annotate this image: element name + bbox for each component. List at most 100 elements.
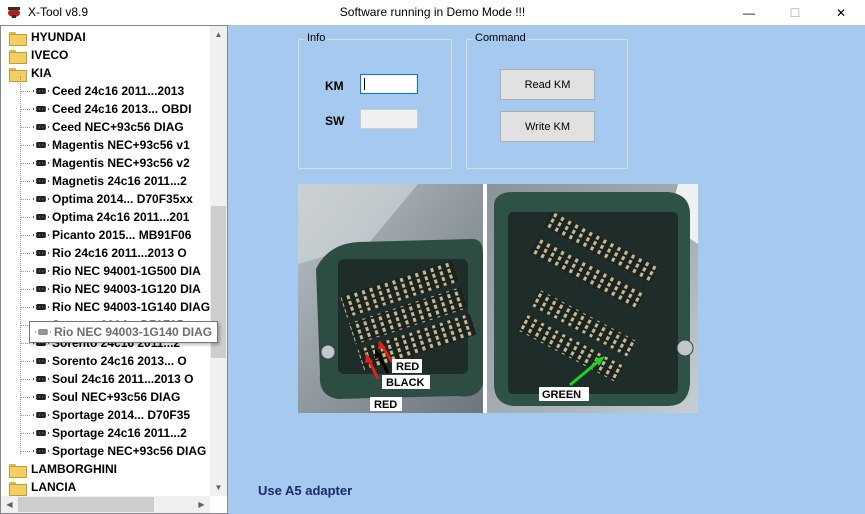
ecu-chip-icon xyxy=(33,393,49,401)
tree-item-model[interactable]: Sorento 24c16 2013... O xyxy=(20,352,187,370)
ecu-chip-icon xyxy=(33,231,49,239)
tree-vertical-scrollbar[interactable]: ▲ ▼ xyxy=(210,26,227,496)
main-panel: Info KM SW Command Read KM Write KM RED … xyxy=(228,25,865,514)
tree-item-model[interactable]: Picanto 2015... MB91F06 xyxy=(20,226,192,244)
close-button[interactable]: ✕ xyxy=(818,0,864,25)
scroll-right-arrow-icon[interactable]: ▶ xyxy=(193,496,210,513)
write-km-button[interactable]: Write KM xyxy=(500,111,595,142)
tree-item-model[interactable]: Rio 24c16 2011...2013 O xyxy=(20,244,187,262)
ecu-chip-icon xyxy=(33,105,49,113)
tree-item-label: Soul 24c16 2011...2013 O xyxy=(52,372,194,386)
tree-brand-lamborghini[interactable]: LAMBORGHINI xyxy=(9,460,117,478)
tree-brand-label: IVECO xyxy=(31,48,69,62)
tree-brand-hyundai[interactable]: HYUNDAI xyxy=(9,28,86,46)
adapter-note: Use A5 adapter xyxy=(258,483,353,498)
ecu-chip-icon xyxy=(33,159,49,167)
tree-item-model[interactable]: Sportage NEC+93c56 DIAG xyxy=(20,442,207,460)
tree-item-model[interactable]: Sportage 2014... D70F35 xyxy=(20,406,191,424)
tree-brand-kia[interactable]: KIA xyxy=(9,64,52,82)
sw-input[interactable] xyxy=(360,109,418,129)
tree-item-label: Sportage NEC+93c56 DIAG xyxy=(52,444,207,458)
tree-item-label: Soul NEC+93c56 DIAG xyxy=(52,390,181,404)
tree-item-label: Magnetis 24c16 2011...2 xyxy=(52,174,187,188)
scroll-down-arrow-icon[interactable]: ▼ xyxy=(210,479,227,496)
tree-item-model[interactable]: Rio NEC 94001-1G500 DIA xyxy=(20,262,201,280)
ecu-chip-icon xyxy=(33,375,49,383)
ecu-chip-icon xyxy=(33,447,49,455)
command-group-label: Command xyxy=(473,32,528,44)
tree-horizontal-scrollbar[interactable]: ◀ ▶ xyxy=(1,496,210,513)
tree-item-label: Rio NEC 94003-1G120 DIA xyxy=(52,282,201,296)
tree-item-label: Ceed NEC+93c56 DIAG xyxy=(52,120,184,134)
tree-item-label: Rio NEC 94003-1G140 DIAG xyxy=(52,300,211,314)
tree-tooltip-text: Rio NEC 94003-1G140 DIAG xyxy=(54,325,213,339)
read-km-button[interactable]: Read KM xyxy=(500,69,595,100)
tree-item-label: Ceed 24c16 2013... OBDI xyxy=(52,102,192,116)
tree-item-model[interactable]: Ceed 24c16 2011...2013 xyxy=(20,82,184,100)
km-input[interactable] xyxy=(360,74,418,94)
tree-item-model[interactable]: Magnetis 24c16 2011...2 xyxy=(20,172,187,190)
label-red-bottom: RED xyxy=(374,399,397,411)
ecu-chip-icon xyxy=(33,123,49,131)
folder-icon xyxy=(9,481,27,496)
ecu-chip-icon xyxy=(33,141,49,149)
sw-label: SW xyxy=(325,114,345,128)
minimize-button[interactable]: — xyxy=(726,0,772,25)
tree-item-model[interactable]: Ceed 24c16 2013... OBDI xyxy=(20,100,192,118)
connector-illustration: RED BLACK RED GREEN xyxy=(298,184,698,413)
scroll-left-arrow-icon[interactable]: ◀ xyxy=(1,496,18,513)
tree-item-model[interactable]: Soul 24c16 2011...2013 O xyxy=(20,370,194,388)
folder-icon xyxy=(9,31,27,46)
tree-item-model[interactable]: Ceed NEC+93c56 DIAG xyxy=(20,118,184,136)
tree-item-model[interactable]: Magentis NEC+93c56 v1 xyxy=(20,136,190,154)
tree-item-model[interactable]: Rio NEC 94003-1G120 DIA xyxy=(20,280,201,298)
tree-item-label: Rio 24c16 2011...2013 O xyxy=(52,246,187,260)
maximize-button[interactable]: ☐ xyxy=(772,0,818,25)
tree-item-label: Picanto 2015... MB91F06 xyxy=(52,228,192,242)
tree-tooltip: Rio NEC 94003-1G140 DIAG xyxy=(29,321,219,343)
scroll-up-arrow-icon[interactable]: ▲ xyxy=(210,26,227,43)
folder-icon xyxy=(9,463,27,478)
label-red-top: RED xyxy=(396,361,419,373)
ecu-chip-icon xyxy=(33,249,49,257)
tree-brand-label: KIA xyxy=(31,66,52,80)
tree-item-label: Rio NEC 94001-1G500 DIA xyxy=(52,264,201,278)
tree-item-model[interactable]: Soul NEC+93c56 DIAG xyxy=(20,388,181,406)
tree-item-label: Optima 2014... D70F35xx xyxy=(52,192,193,206)
tree-item-label: Sportage 2014... D70F35 xyxy=(52,408,191,422)
ecu-chip-icon xyxy=(33,195,49,203)
tree-item-label: Optima 24c16 2011...201 xyxy=(52,210,190,224)
ecu-chip-icon xyxy=(33,213,49,221)
ecu-chip-icon xyxy=(33,285,49,293)
folder-icon xyxy=(9,67,27,82)
tree-brand-iveco[interactable]: IVECO xyxy=(9,46,68,64)
tree-item-label: Magentis NEC+93c56 v1 xyxy=(52,138,190,152)
km-label: KM xyxy=(325,79,344,93)
ecu-chip-icon xyxy=(33,357,49,365)
tree-item-model[interactable]: Optima 24c16 2011...201 xyxy=(20,208,190,226)
tree-item-model[interactable]: Sportage 24c16 2011...2 xyxy=(20,424,187,442)
tree-item-model[interactable]: Rio NEC 94003-1G140 DIAG xyxy=(20,298,211,316)
app-icon xyxy=(8,7,20,18)
tree-brand-label: LANCIA xyxy=(31,480,77,494)
ecu-chip-icon xyxy=(33,411,49,419)
ecu-chip-icon xyxy=(33,303,49,311)
tree-brand-lancia[interactable]: LANCIA xyxy=(9,478,76,496)
tree-item-model[interactable]: Magentis NEC+93c56 v2 xyxy=(20,154,190,172)
tree-item-label: Sorento 24c16 2013... O xyxy=(52,354,187,368)
tree-brand-label: HYUNDAI xyxy=(31,30,86,44)
connector-photo: RED BLACK RED GREEN xyxy=(298,184,698,413)
tree-horizontal-scroll-thumb[interactable] xyxy=(18,497,154,512)
model-tree[interactable]: HYUNDAI IVECO KIA Ceed 24c16 2011...2013 Cee… xyxy=(0,25,228,514)
info-group: Info KM SW xyxy=(298,32,452,169)
app-title: X-Tool v8.9 xyxy=(28,5,89,19)
command-group: Command Read KM Write KM xyxy=(466,32,628,169)
ecu-chip-icon xyxy=(33,87,49,95)
info-group-label: Info xyxy=(305,32,328,44)
ecu-chip-icon xyxy=(33,267,49,275)
ecu-chip-icon xyxy=(35,328,51,336)
label-green: GREEN xyxy=(542,389,581,401)
title-bar: X-Tool v8.9 Software running in Demo Mod… xyxy=(0,0,865,25)
tree-item-model[interactable]: Optima 2014... D70F35xx xyxy=(20,190,193,208)
label-black: BLACK xyxy=(386,377,425,389)
